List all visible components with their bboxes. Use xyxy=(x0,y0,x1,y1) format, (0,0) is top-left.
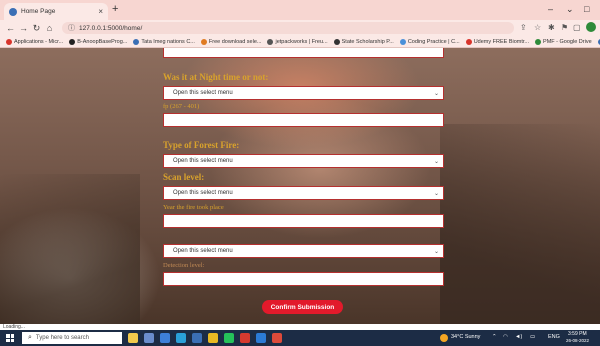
bookmarks-bar: Applications - Micr... B-AnoopBaseProg...… xyxy=(0,36,600,48)
browser-tab-bar: Home Page × + – ⌄ □ xyxy=(0,0,600,20)
back-arrow-icon[interactable]: ← xyxy=(4,23,17,33)
globe-icon xyxy=(9,7,17,16)
page-content: Was it at Night time or not: Open this s… xyxy=(0,48,600,324)
night-label: Was it at Night time or not: xyxy=(163,72,269,82)
bookmark-favicon-icon xyxy=(6,38,12,45)
profile-avatar[interactable] xyxy=(586,22,596,32)
night-select[interactable]: Open this select menu ⌄ xyxy=(163,86,444,100)
folder-icon[interactable] xyxy=(208,333,218,343)
mail-icon[interactable] xyxy=(160,333,170,343)
close-icon[interactable]: × xyxy=(98,7,103,16)
pin-icon[interactable]: ⚑ xyxy=(561,23,568,32)
windows-taskbar: ⌕ Type here to search 34°C Sunny ⌃ ◠ ◄) … xyxy=(0,330,600,346)
background-forest-left xyxy=(0,174,140,324)
fp-label: fp (267 - 401) xyxy=(163,103,200,110)
bookmark-label: Tata Imeg nations C... xyxy=(141,38,195,45)
address-bar[interactable]: ⓘ 127.0.0.1:5000/home/ xyxy=(62,22,514,34)
chevron-up-icon[interactable]: ⌃ xyxy=(492,334,497,340)
taskbar-search-input[interactable]: ⌕ Type here to search xyxy=(22,332,122,344)
previous-input-field[interactable] xyxy=(163,48,444,58)
fire-type-select[interactable]: Open this select menu ⌄ xyxy=(163,154,444,168)
bookmark-item[interactable]: State Scholarship P... xyxy=(333,38,394,45)
bookmark-favicon-icon xyxy=(133,38,140,45)
reload-icon[interactable]: ↻ xyxy=(30,23,43,34)
bookmark-label: State Scholarship P... xyxy=(341,38,394,45)
detection-label: Detection level: xyxy=(163,262,205,269)
vscode-icon[interactable] xyxy=(256,333,266,343)
bookmark-item[interactable]: jetpackworks | Freu... xyxy=(267,38,328,45)
bookmark-item[interactable]: Udemy FREE Biomtr... xyxy=(465,38,530,45)
bookmark-favicon-icon xyxy=(200,38,207,45)
prediction-form: Was it at Night time or not: Open this s… xyxy=(160,48,446,324)
language-indicator[interactable]: ENG xyxy=(548,334,560,340)
bookmark-label: Coding Practice | C... xyxy=(407,38,460,45)
bookmark-label: B-AnoopBaseProg... xyxy=(77,38,128,45)
bookmark-label: jetpackworks | Freu... xyxy=(275,38,328,45)
bookmark-item[interactable]: B-AnoopBaseProg... xyxy=(69,38,128,45)
restore-button[interactable]: □ xyxy=(584,4,589,14)
info-icon[interactable]: ⓘ xyxy=(68,23,75,33)
bookmark-favicon-icon xyxy=(535,38,542,45)
minimize-button[interactable]: – xyxy=(548,4,553,14)
forward-arrow-icon[interactable]: → xyxy=(17,23,30,33)
bookmark-item[interactable]: Free download sele... xyxy=(200,38,262,45)
browser-tab-home[interactable]: Home Page × xyxy=(4,3,108,20)
weather-text[interactable]: 34°C Sunny xyxy=(451,334,480,340)
bookmark-item[interactable]: PMF - Google Drive xyxy=(535,38,592,45)
url-text: 127.0.0.1:5000/home/ xyxy=(79,24,143,32)
fp-input[interactable] xyxy=(163,113,444,127)
bookmark-item[interactable]: Tata Imeg nations C... xyxy=(133,38,195,45)
year-label: Year the fire took place xyxy=(163,204,224,211)
fire-type-label: Type of Forest Fire: xyxy=(163,140,240,150)
task-view-icon[interactable] xyxy=(144,333,154,343)
sidebar-icon[interactable]: ▢ xyxy=(573,23,581,32)
chevron-down-icon: ⌄ xyxy=(433,90,439,97)
scan-label: Scan level: xyxy=(163,172,205,182)
share-icon[interactable]: ⇪ xyxy=(520,23,527,32)
browser-toolbar: ← → ↻ ⌂ ⓘ 127.0.0.1:5000/home/ ⇪ ☆ ✱ ⚑ ▢ xyxy=(0,20,600,36)
bookmark-label: Applications - Micr... xyxy=(14,38,64,45)
widgets-icon[interactable] xyxy=(128,333,138,343)
bookmark-favicon-icon xyxy=(267,38,274,45)
bookmark-label: PMF - Google Drive xyxy=(543,38,592,45)
star-icon[interactable]: ☆ xyxy=(534,23,541,32)
scan-select[interactable]: Open this select menu ⌄ xyxy=(163,186,444,200)
maximize-button[interactable]: ⌄ xyxy=(566,4,574,15)
year-input[interactable] xyxy=(163,214,444,228)
clock-time[interactable]: 3:59 PM xyxy=(568,331,587,337)
bookmark-favicon-icon xyxy=(69,38,76,45)
chrome-icon[interactable] xyxy=(272,333,282,343)
detection-input[interactable] xyxy=(163,272,444,286)
windows-start-icon[interactable] xyxy=(6,334,14,342)
home-icon[interactable]: ⌂ xyxy=(43,23,56,33)
confirm-submission-button[interactable]: Confirm Submission xyxy=(262,300,343,314)
new-tab-button[interactable]: + xyxy=(112,3,118,15)
weather-sun-icon xyxy=(440,334,448,342)
chevron-down-icon: ⌄ xyxy=(433,190,439,197)
clock-date[interactable]: 26-08-2022 xyxy=(566,338,589,343)
volume-icon[interactable]: ◄) xyxy=(515,334,522,340)
chevron-down-icon: ⌄ xyxy=(433,248,439,255)
brave-icon[interactable] xyxy=(240,333,250,343)
edge-icon[interactable] xyxy=(176,333,186,343)
tab-title: Home Page xyxy=(21,8,56,15)
whatsapp-icon[interactable] xyxy=(224,333,234,343)
bookmark-favicon-icon xyxy=(333,38,340,45)
network-icon[interactable]: ◠ xyxy=(503,334,508,340)
bookmark-item[interactable]: Applications - Micr... xyxy=(6,38,64,45)
background-forest-right xyxy=(440,124,600,324)
store-icon[interactable] xyxy=(192,333,202,343)
bookmark-favicon-icon xyxy=(465,38,472,45)
bookmark-label: Free download sele... xyxy=(208,38,262,45)
extra-select[interactable]: Open this select menu ⌄ xyxy=(163,244,444,258)
battery-icon[interactable]: ▭ xyxy=(530,334,535,340)
chevron-down-icon: ⌄ xyxy=(433,158,439,165)
bookmark-label: Udemy FREE Biomtr... xyxy=(473,38,530,45)
search-icon: ⌕ xyxy=(28,334,32,341)
bookmark-item[interactable]: Coding Practice | C... xyxy=(399,38,460,45)
extension-icon[interactable]: ✱ xyxy=(548,23,555,32)
bookmark-favicon-icon xyxy=(399,38,406,45)
